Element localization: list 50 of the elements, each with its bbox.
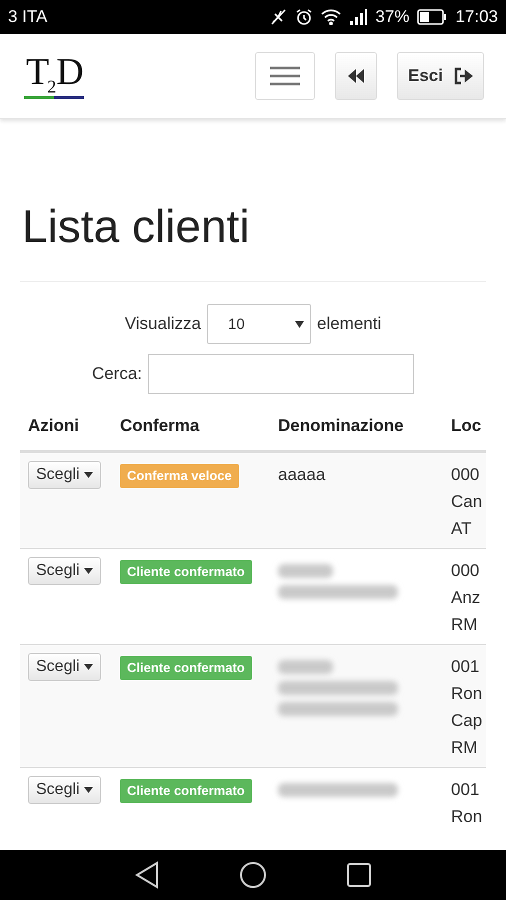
location-text: AT [451,518,472,540]
caret-icon [84,472,93,478]
location-text: RM [451,737,478,759]
choose-button[interactable]: Scegli [28,776,101,804]
logo[interactable]: T$_{2}$D [24,53,84,99]
carrier-name: 3 ITA [8,7,48,27]
clock-time: 17:03 [455,7,498,27]
battery-percentage: 37% [375,7,410,27]
search-field[interactable] [148,354,414,394]
location-text: 001 [451,656,480,678]
exit-button[interactable]: Esci [397,52,484,100]
status-label: Conferma veloce [120,464,239,488]
logout-icon [453,67,473,85]
page-title: Lista clienti [22,199,251,253]
location-text: Can [451,491,484,513]
battery-icon [417,9,448,25]
home-nav-icon[interactable] [239,861,267,889]
menu-icon [270,66,300,86]
status-label: Cliente confermato [120,656,252,680]
menu-button[interactable] [255,52,316,100]
page-size-label: Visualizza [124,314,201,334]
caret-icon [294,320,304,328]
back-nav-icon[interactable] [135,861,159,889]
caret-icon [84,664,93,670]
alarm-icon [295,8,314,26]
double-left-arrow-icon [348,69,364,83]
location-text: 001 [451,779,480,801]
page-size-select[interactable]: 10 [206,304,311,344]
choose-button[interactable]: Scegli [28,461,101,489]
muted-vibration-icon [269,8,288,26]
choose-button[interactable]: Scegli [28,557,101,585]
recents-nav-icon[interactable] [347,863,371,887]
location-text: Cap [451,710,484,732]
location-text: 000 [451,560,480,582]
caret-icon [84,568,93,574]
caret-icon [84,787,93,793]
signal-icon [349,9,368,25]
search-label: Cerca: [92,364,142,384]
wifi-icon [321,9,342,25]
back-button[interactable] [335,52,378,100]
location-text: Ron [451,806,484,828]
status-label: Cliente confermato [120,779,252,803]
location-text: Ron [451,683,484,705]
page-size-suffix: elementi [316,314,382,334]
client-name: aaaaa [278,465,326,484]
choose-button[interactable]: Scegli [28,653,101,681]
location-text: Anz [451,587,482,609]
location-text: RM [451,614,478,636]
status-label: Cliente confermato [120,560,252,584]
location-text: 000 [451,464,480,486]
